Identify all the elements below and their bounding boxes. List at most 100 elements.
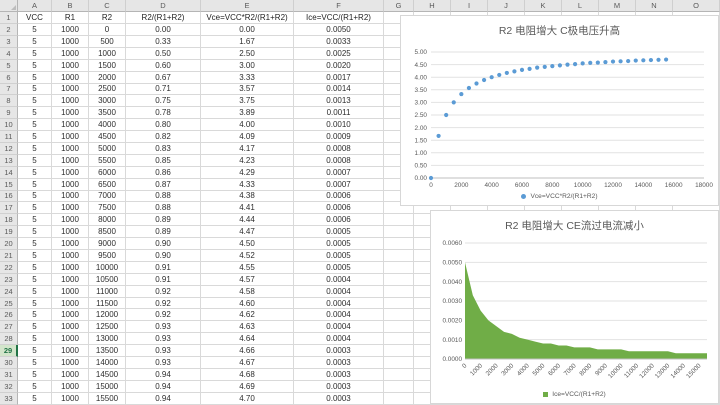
cell-G18[interactable] xyxy=(384,214,414,226)
cell-A2[interactable]: 5 xyxy=(18,24,52,36)
cell-F10[interactable]: 0.0010 xyxy=(294,119,384,131)
cell-C16[interactable]: 7000 xyxy=(89,191,126,203)
row-header-33[interactable]: 33 xyxy=(0,393,18,405)
cell-B30[interactable]: 1000 xyxy=(52,357,89,369)
row-header-10[interactable]: 10 xyxy=(0,119,18,131)
cell-F1[interactable]: Ice=VCC/(R1+R2) xyxy=(294,12,384,24)
row-header-2[interactable]: 2 xyxy=(0,24,18,36)
cell-G31[interactable] xyxy=(384,369,414,381)
column-header-D[interactable]: D xyxy=(126,0,201,12)
cell-E14[interactable]: 4.29 xyxy=(201,167,294,179)
cell-E31[interactable]: 4.68 xyxy=(201,369,294,381)
cell-G30[interactable] xyxy=(384,357,414,369)
cell-A28[interactable]: 5 xyxy=(18,333,52,345)
cell-C31[interactable]: 14500 xyxy=(89,369,126,381)
cell-C25[interactable]: 11500 xyxy=(89,298,126,310)
cell-B28[interactable]: 1000 xyxy=(52,333,89,345)
cell-F16[interactable]: 0.0006 xyxy=(294,191,384,203)
cell-D5[interactable]: 0.60 xyxy=(126,60,201,72)
cell-C5[interactable]: 1500 xyxy=(89,60,126,72)
cell-D12[interactable]: 0.83 xyxy=(126,143,201,155)
cell-B31[interactable]: 1000 xyxy=(52,369,89,381)
cell-E17[interactable]: 4.41 xyxy=(201,202,294,214)
cell-C22[interactable]: 10000 xyxy=(89,262,126,274)
cell-A10[interactable]: 5 xyxy=(18,119,52,131)
row-header-12[interactable]: 12 xyxy=(0,143,18,155)
row-header-17[interactable]: 17 xyxy=(0,202,18,214)
cell-E28[interactable]: 4.64 xyxy=(201,333,294,345)
cell-G21[interactable] xyxy=(384,250,414,262)
cell-F14[interactable]: 0.0007 xyxy=(294,167,384,179)
cell-E10[interactable]: 4.00 xyxy=(201,119,294,131)
cell-A4[interactable]: 5 xyxy=(18,48,52,60)
cell-D18[interactable]: 0.89 xyxy=(126,214,201,226)
cell-D4[interactable]: 0.50 xyxy=(126,48,201,60)
cell-E4[interactable]: 2.50 xyxy=(201,48,294,60)
cell-E11[interactable]: 4.09 xyxy=(201,131,294,143)
cell-D16[interactable]: 0.88 xyxy=(126,191,201,203)
cell-C1[interactable]: R2 xyxy=(89,12,126,24)
cell-C32[interactable]: 15000 xyxy=(89,381,126,393)
cell-G29[interactable] xyxy=(384,345,414,357)
column-header-F[interactable]: F xyxy=(294,0,384,12)
row-header-32[interactable]: 32 xyxy=(0,381,18,393)
cell-E13[interactable]: 4.23 xyxy=(201,155,294,167)
row-header-19[interactable]: 19 xyxy=(0,226,18,238)
cell-B18[interactable]: 1000 xyxy=(52,214,89,226)
cell-A32[interactable]: 5 xyxy=(18,381,52,393)
cell-G23[interactable] xyxy=(384,274,414,286)
cell-A23[interactable]: 5 xyxy=(18,274,52,286)
cell-D21[interactable]: 0.90 xyxy=(126,250,201,262)
cell-F25[interactable]: 0.0004 xyxy=(294,298,384,310)
cell-F26[interactable]: 0.0004 xyxy=(294,309,384,321)
cell-G26[interactable] xyxy=(384,309,414,321)
cell-D10[interactable]: 0.80 xyxy=(126,119,201,131)
cell-F20[interactable]: 0.0005 xyxy=(294,238,384,250)
row-header-8[interactable]: 8 xyxy=(0,95,18,107)
cell-B32[interactable]: 1000 xyxy=(52,381,89,393)
cell-A9[interactable]: 5 xyxy=(18,107,52,119)
cell-C12[interactable]: 5000 xyxy=(89,143,126,155)
cell-E20[interactable]: 4.50 xyxy=(201,238,294,250)
cell-D31[interactable]: 0.94 xyxy=(126,369,201,381)
cell-F8[interactable]: 0.0013 xyxy=(294,95,384,107)
cell-A17[interactable]: 5 xyxy=(18,202,52,214)
row-header-29[interactable]: 29 xyxy=(0,345,18,357)
cell-D13[interactable]: 0.85 xyxy=(126,155,201,167)
cell-F28[interactable]: 0.0004 xyxy=(294,333,384,345)
select-all-button[interactable] xyxy=(0,0,18,12)
cell-B14[interactable]: 1000 xyxy=(52,167,89,179)
cell-A25[interactable]: 5 xyxy=(18,298,52,310)
row-header-22[interactable]: 22 xyxy=(0,262,18,274)
cell-B24[interactable]: 1000 xyxy=(52,286,89,298)
row-header-23[interactable]: 23 xyxy=(0,274,18,286)
cell-E18[interactable]: 4.44 xyxy=(201,214,294,226)
cell-A24[interactable]: 5 xyxy=(18,286,52,298)
cell-F32[interactable]: 0.0003 xyxy=(294,381,384,393)
cell-F22[interactable]: 0.0005 xyxy=(294,262,384,274)
cell-C27[interactable]: 12500 xyxy=(89,321,126,333)
cell-F24[interactable]: 0.0004 xyxy=(294,286,384,298)
cell-E1[interactable]: Vce=VCC*R2/(R1+R2) xyxy=(201,12,294,24)
cell-C18[interactable]: 8000 xyxy=(89,214,126,226)
cell-A14[interactable]: 5 xyxy=(18,167,52,179)
row-header-7[interactable]: 7 xyxy=(0,84,18,96)
cell-D33[interactable]: 0.94 xyxy=(126,393,201,405)
cell-C23[interactable]: 10500 xyxy=(89,274,126,286)
cell-B21[interactable]: 1000 xyxy=(52,250,89,262)
cell-A13[interactable]: 5 xyxy=(18,155,52,167)
cell-E27[interactable]: 4.63 xyxy=(201,321,294,333)
cell-B1[interactable]: R1 xyxy=(52,12,89,24)
cell-F15[interactable]: 0.0007 xyxy=(294,179,384,191)
row-header-6[interactable]: 6 xyxy=(0,72,18,84)
column-header-A[interactable]: A xyxy=(18,0,52,12)
cell-B7[interactable]: 1000 xyxy=(52,84,89,96)
row-header-1[interactable]: 1 xyxy=(0,12,18,24)
cell-C21[interactable]: 9500 xyxy=(89,250,126,262)
cell-C33[interactable]: 15500 xyxy=(89,393,126,405)
cell-B27[interactable]: 1000 xyxy=(52,321,89,333)
cell-C11[interactable]: 4500 xyxy=(89,131,126,143)
cell-G28[interactable] xyxy=(384,333,414,345)
cell-F17[interactable]: 0.0006 xyxy=(294,202,384,214)
cell-F7[interactable]: 0.0014 xyxy=(294,84,384,96)
